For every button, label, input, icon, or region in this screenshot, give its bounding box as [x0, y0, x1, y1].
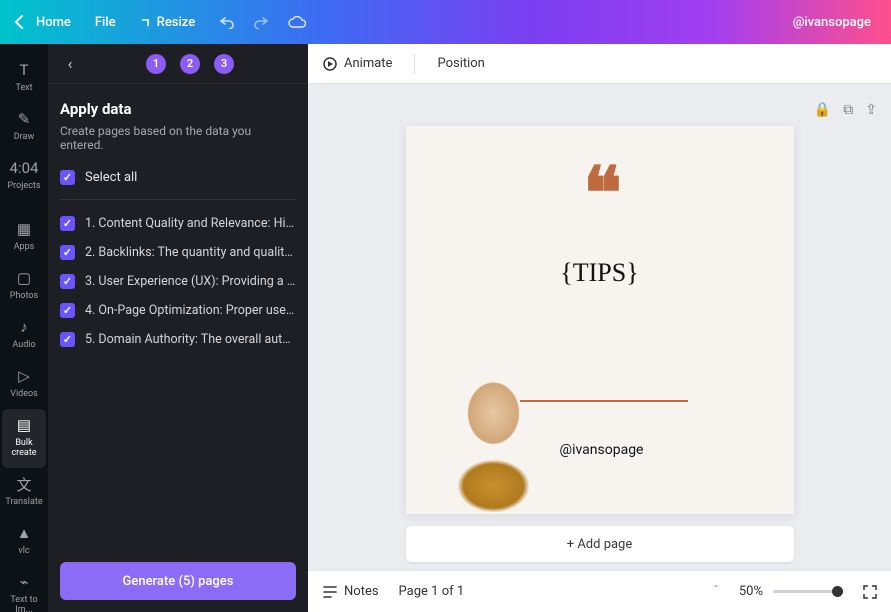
rail-text[interactable]: TText	[2, 54, 46, 103]
checkbox-icon	[60, 303, 75, 318]
rail-photos[interactable]: ▢Photos	[2, 262, 46, 311]
generate-pages-button[interactable]: Generate (5) pages	[60, 562, 296, 600]
data-item[interactable]: 4. On-Page Optimization: Proper use of r…	[60, 303, 296, 318]
data-item-list: 1. Content Quality and Relevance: High-q…	[60, 216, 296, 347]
portrait-image[interactable]	[422, 374, 552, 514]
rail-translate[interactable]: 文Translate	[2, 468, 46, 517]
scroll-up-icon[interactable]: ˆ	[713, 584, 719, 599]
fullscreen-icon[interactable]	[863, 585, 877, 599]
top-bar: Home File Resize @ivansopage	[0, 0, 891, 44]
text-to-image-icon: ⌁	[2, 572, 46, 592]
bulk-create-panel: ‹ 1 2 3 Apply data Create pages based on…	[48, 44, 308, 612]
rail-videos[interactable]: ▷Videos	[2, 360, 46, 409]
zoom-thumb[interactable]	[832, 586, 843, 597]
quote-icon: ❝	[583, 176, 616, 212]
rail-apps[interactable]: ▦Apps	[2, 213, 46, 262]
checkbox-icon	[60, 274, 75, 289]
main-area: Animate Position 🔒 ⧉ ⇪ ❝ {TIPS} @ivansop…	[308, 44, 891, 612]
design-page[interactable]: ❝ {TIPS} @ivansopage	[406, 126, 794, 514]
footer-bar: Notes Page 1 of 1 ˆ 50%	[308, 570, 891, 612]
rail-text-to-image[interactable]: ⌁Text to Im...	[2, 566, 46, 612]
translate-icon: 文	[2, 474, 46, 494]
lock-icon[interactable]: 🔒	[814, 102, 831, 118]
file-menu[interactable]: File	[95, 15, 116, 30]
data-item[interactable]: 3. User Experience (UX): Providing a goo…	[60, 274, 296, 289]
data-item[interactable]: 1. Content Quality and Relevance: High-q…	[60, 216, 296, 231]
vlc-icon: ▲	[2, 523, 46, 543]
add-page-button[interactable]: + Add page	[406, 526, 794, 562]
step-3[interactable]: 3	[214, 54, 234, 74]
page-handle-text[interactable]: @ivansopage	[560, 442, 644, 458]
step-1[interactable]: 1	[146, 54, 166, 74]
draw-icon: ✎	[2, 109, 46, 129]
select-all-checkbox[interactable]: Select all	[60, 166, 296, 200]
checkbox-icon	[60, 170, 75, 185]
user-handle[interactable]: @ivansopage	[793, 15, 871, 30]
notes-button[interactable]: Notes	[322, 584, 379, 599]
rail-audio[interactable]: ♪Audio	[2, 311, 46, 360]
data-item[interactable]: 2. Backlinks: The quantity and quality o…	[60, 245, 296, 260]
audio-icon: ♪	[2, 317, 46, 337]
animate-icon	[322, 56, 338, 72]
checkbox-icon	[60, 332, 75, 347]
tips-placeholder[interactable]: {TIPS}	[406, 258, 794, 288]
zoom-control: 50%	[739, 584, 843, 599]
clock-icon: 4:04	[2, 158, 46, 178]
side-rail: TText ✎Draw 4:04Projects ▦Apps ▢Photos ♪…	[0, 44, 48, 612]
apps-icon: ▦	[2, 219, 46, 239]
animate-button[interactable]: Animate	[322, 56, 392, 72]
data-item[interactable]: 5. Domain Authority: The overall authori…	[60, 332, 296, 347]
redo-icon[interactable]	[253, 15, 269, 29]
export-icon[interactable]: ⇪	[865, 102, 877, 118]
position-button[interactable]: Position	[437, 56, 484, 71]
back-icon[interactable]	[14, 15, 24, 29]
duplicate-icon[interactable]: ⧉	[843, 102, 853, 118]
resize-label: Resize	[157, 15, 196, 30]
zoom-slider[interactable]	[773, 590, 843, 593]
canvas-wrap: 🔒 ⧉ ⇪ ❝ {TIPS} @ivansopage + Add page	[308, 84, 891, 570]
cloud-sync-icon[interactable]	[287, 15, 307, 29]
checkbox-icon	[60, 216, 75, 231]
panel-subtitle: Create pages based on the data you enter…	[60, 124, 296, 152]
rail-projects[interactable]: 4:04Projects	[2, 152, 46, 201]
text-icon: T	[2, 60, 46, 80]
home-button[interactable]: Home	[36, 15, 71, 30]
page-counter[interactable]: Page 1 of 1	[399, 584, 465, 599]
panel-title: Apply data	[60, 100, 296, 118]
photos-icon: ▢	[2, 268, 46, 288]
videos-icon: ▷	[2, 366, 46, 386]
bulk-create-icon: ▤	[2, 415, 46, 435]
rail-draw[interactable]: ✎Draw	[2, 103, 46, 152]
canvas-toolbar: Animate Position	[308, 44, 891, 84]
checkbox-icon	[60, 245, 75, 260]
rail-bulk-create[interactable]: ▤Bulk create	[2, 409, 46, 468]
rail-vlc[interactable]: ▲vlc	[2, 517, 46, 566]
zoom-value[interactable]: 50%	[739, 584, 763, 599]
panel-back-icon[interactable]: ‹	[58, 52, 82, 76]
notes-icon	[322, 585, 338, 599]
separator	[414, 54, 415, 74]
step-indicator: 1 2 3	[82, 54, 298, 74]
resize-button[interactable]: Resize	[140, 15, 196, 30]
page-action-icons: 🔒 ⧉ ⇪	[814, 102, 877, 118]
undo-icon[interactable]	[219, 15, 235, 29]
step-2[interactable]: 2	[180, 54, 200, 74]
select-all-label: Select all	[85, 170, 137, 185]
